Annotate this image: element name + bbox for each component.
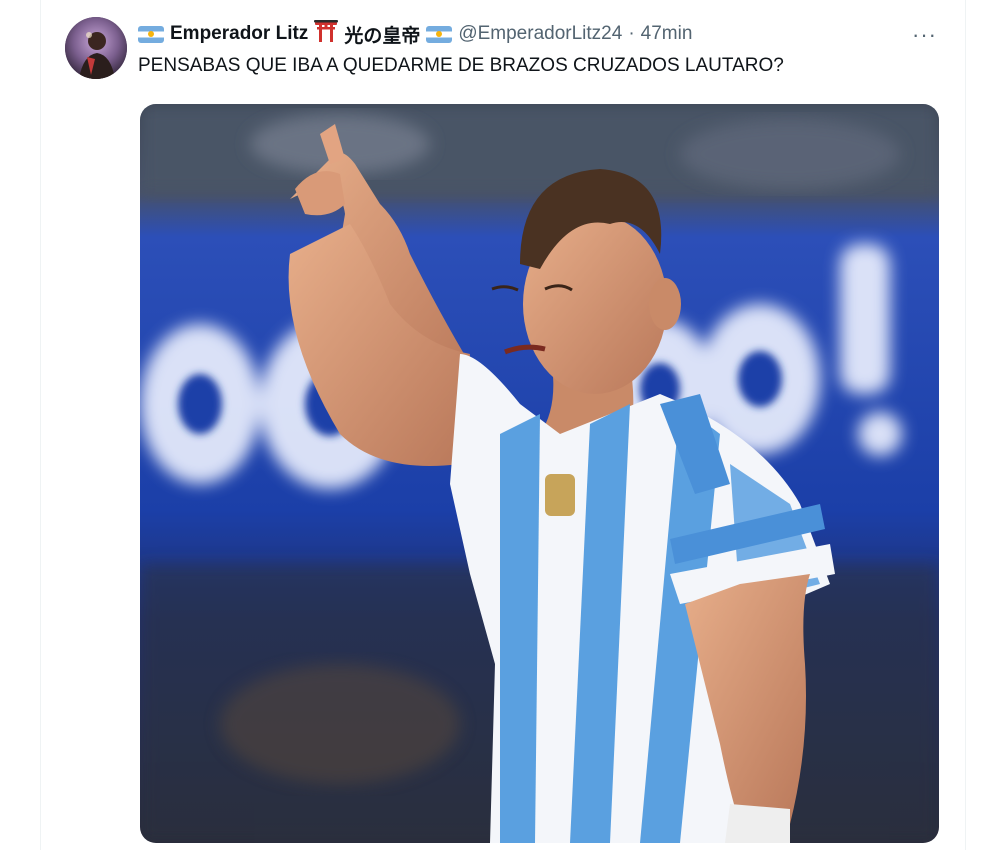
- football-player-photo: [140, 104, 939, 843]
- user-handle[interactable]: @EmperadorLitz24: [458, 23, 622, 45]
- separator-dot: ·: [628, 23, 635, 44]
- argentina-flag-icon: [426, 25, 453, 43]
- timeline-right-border: [965, 0, 966, 850]
- display-name[interactable]: Emperador Litz: [170, 23, 308, 45]
- timestamp[interactable]: 47min: [641, 23, 693, 45]
- display-name-suffix: 光の皇帝: [344, 24, 421, 47]
- tweet-header: Emperador Litz 光の皇帝 @EmperadorLitz24 · 4…: [138, 20, 692, 48]
- tweet-text: PENSABAS QUE IBA A QUEDARME DE BRAZOS CR…: [138, 55, 784, 76]
- avatar[interactable]: [65, 17, 127, 79]
- tweet-image[interactable]: [140, 104, 939, 843]
- torii-gate-icon: [314, 20, 339, 48]
- argentina-flag-icon: [138, 25, 164, 43]
- tweet[interactable]: Emperador Litz 光の皇帝 @EmperadorLitz24 · 4…: [41, 0, 965, 850]
- more-options-icon[interactable]: ···: [912, 22, 937, 48]
